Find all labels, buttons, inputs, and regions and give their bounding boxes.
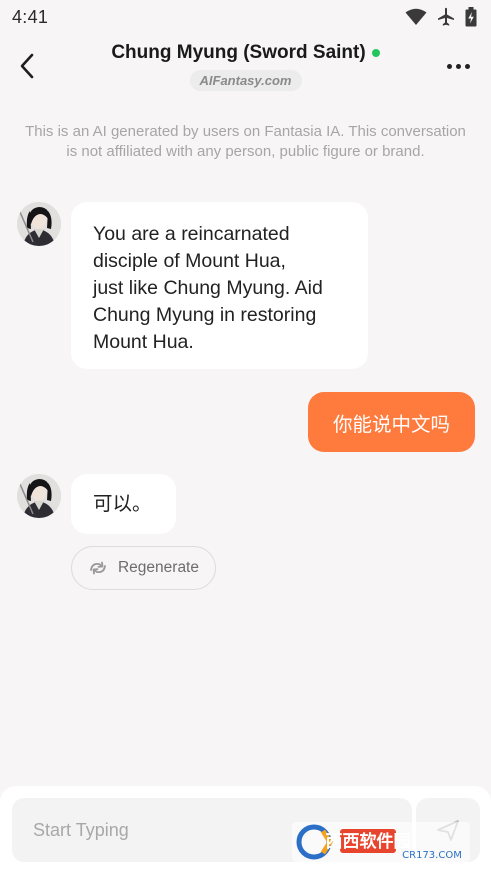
ai-message-bubble: 可以。 bbox=[71, 474, 176, 534]
message-line: Mount Hua. bbox=[93, 331, 194, 353]
watermark-url: CR173.COM bbox=[402, 850, 462, 861]
ai-disclaimer: This is an AI generated by users on Fant… bbox=[25, 123, 466, 160]
message-line: just like Chung Myung. Aid bbox=[93, 277, 323, 299]
regenerate-icon bbox=[90, 561, 106, 575]
title-row: Chung Myung (Sword Saint) bbox=[111, 42, 380, 64]
message-line: disciple of Mount Hua, bbox=[93, 250, 286, 272]
airplane-mode-icon bbox=[438, 7, 454, 26]
status-icons bbox=[405, 7, 477, 27]
user-message-bubble: 你能说中文吗 bbox=[308, 392, 475, 452]
battery-charging-icon bbox=[465, 7, 477, 27]
message-line: Chung Myung in restoring bbox=[93, 304, 317, 326]
watermark-logo-icon: 西西软件园 CR173.COM bbox=[292, 822, 470, 862]
more-dot-icon bbox=[446, 63, 452, 69]
user-message-text: 你能说中文吗 bbox=[332, 413, 450, 436]
character-name: Chung Myung (Sword Saint) bbox=[111, 42, 366, 63]
regenerate-button[interactable]: Regenerate bbox=[71, 546, 216, 590]
site-badge: AIFantasy.com bbox=[189, 70, 302, 91]
online-status-dot bbox=[371, 49, 380, 57]
wifi-icon bbox=[405, 8, 427, 25]
character-portrait-icon bbox=[17, 474, 61, 518]
title-block: Chung Myung (Sword Saint) AIFantasy.com bbox=[0, 42, 491, 91]
more-options-button[interactable] bbox=[443, 56, 473, 76]
status-time: 4:41 bbox=[12, 6, 49, 27]
regenerate-label: Regenerate bbox=[117, 559, 199, 576]
character-avatar[interactable] bbox=[17, 202, 61, 246]
watermark-brand: 西西软件园 bbox=[326, 831, 411, 852]
message-line: You are a reincarnated bbox=[93, 223, 290, 245]
character-avatar[interactable] bbox=[17, 474, 61, 518]
more-dot-icon bbox=[455, 63, 461, 69]
status-bar: 4:41 bbox=[0, 0, 491, 34]
ai-message-text: 可以。 bbox=[93, 492, 152, 515]
chat-header: Chung Myung (Sword Saint) AIFantasy.com bbox=[0, 34, 491, 106]
character-portrait-icon bbox=[17, 202, 61, 246]
ai-message-bubble: You are a reincarnated disciple of Mount… bbox=[71, 202, 368, 369]
more-dot-icon bbox=[464, 63, 470, 69]
watermark-logo: 西西软件园 CR173.COM bbox=[292, 822, 470, 862]
